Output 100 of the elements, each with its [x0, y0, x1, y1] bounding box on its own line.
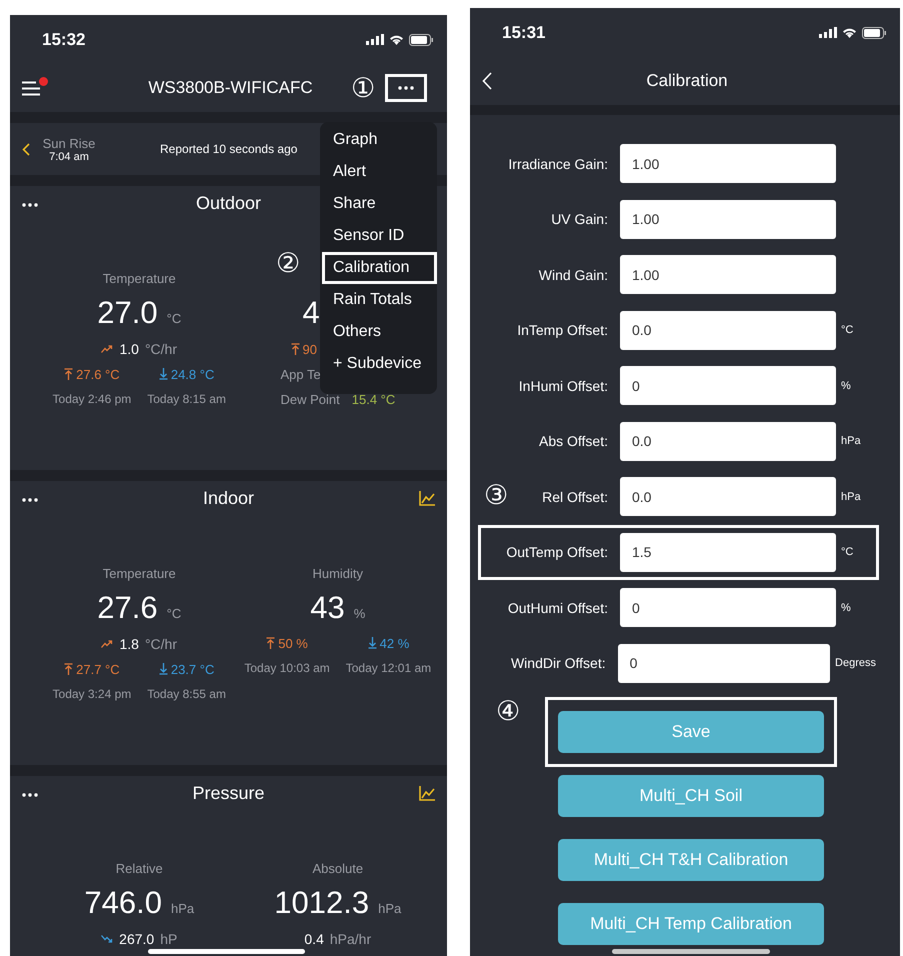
arrow-up-icon — [64, 368, 74, 380]
input-field[interactable]: 0 — [618, 644, 830, 683]
more-icon[interactable] — [22, 793, 38, 797]
wifi-icon — [389, 34, 404, 45]
rate-unit: hP — [160, 931, 178, 947]
field-label: Irradiance Gain: — [508, 156, 608, 172]
more-icon[interactable] — [22, 203, 38, 207]
reading-label: Humidity — [312, 565, 364, 583]
field-label: Abs Offset: — [539, 433, 608, 450]
arrow-up-icon — [290, 343, 300, 355]
rate-unit: °C/hr — [144, 636, 177, 652]
high-value: 50 % — [278, 636, 308, 650]
input-field[interactable]: 1.00 — [620, 255, 836, 294]
arrow-down-icon — [158, 663, 168, 675]
record-time: Today 10:03 am — [244, 660, 330, 677]
menu-item[interactable]: Others — [322, 316, 437, 348]
rate-unit: °C/hr — [144, 341, 177, 357]
reading-value: 27.6 — [97, 589, 158, 627]
more-button[interactable] — [385, 74, 428, 102]
more-icon[interactable] — [22, 498, 38, 502]
high-value: 27.7 °C — [76, 662, 120, 676]
field-unit: hPa — [841, 435, 861, 448]
page-title: Calibration — [645, 71, 729, 91]
reading-unit: hPa — [378, 900, 402, 918]
step-marker: ① — [351, 74, 376, 102]
field-unit: °C — [841, 324, 854, 336]
chart-icon[interactable] — [419, 490, 435, 506]
field-label: UV Gain: — [551, 211, 608, 228]
arrow-up-icon — [266, 637, 276, 649]
record-time: Today 12:01 am — [346, 660, 432, 677]
field-label: InTemp Offset: — [517, 322, 608, 338]
input-field[interactable]: 0 — [620, 366, 836, 406]
field-unit: % — [841, 380, 851, 392]
low-value: 23.7 °C — [170, 662, 214, 676]
reading-unit: % — [354, 605, 366, 623]
field-label: Wind Gain: — [538, 266, 608, 283]
step-marker: ③ — [484, 480, 508, 511]
step-marker: ④ — [496, 696, 520, 727]
reading-unit: °C — [166, 310, 182, 328]
field-unit: Degress — [835, 657, 876, 670]
reading-label: Relative — [116, 860, 163, 878]
high-value: 90 — [302, 342, 317, 356]
input-field[interactable]: 1.00 — [620, 144, 836, 184]
signal-icon — [819, 27, 837, 38]
reading-label: Temperature — [102, 565, 176, 583]
signal-icon — [366, 34, 384, 45]
wifi-icon — [842, 27, 857, 38]
rate-value: 0.4 — [304, 931, 324, 947]
menu-item[interactable]: Graph — [322, 124, 437, 156]
more-icon — [398, 86, 414, 90]
field-label: OutTemp Offset: — [506, 544, 608, 560]
device-title: WS3800B-WIFICAFC — [147, 78, 314, 98]
reading-label: Absolute — [312, 860, 364, 878]
sun-label: Sun Rise — [42, 136, 96, 150]
reading-value: 43 — [310, 589, 345, 627]
status-time: 15:32 — [42, 30, 86, 50]
detail-value: 15.4 °C — [352, 392, 396, 407]
card-title: Pressure — [192, 782, 265, 804]
status-time: 15:31 — [502, 22, 546, 42]
menu-item[interactable]: Sensor ID — [322, 220, 437, 252]
input-field[interactable]: 1.00 — [620, 200, 836, 239]
chevron-left-icon[interactable] — [22, 142, 30, 156]
back-icon[interactable] — [482, 72, 492, 90]
chart-icon[interactable] — [419, 786, 435, 800]
menu-item[interactable]: Alert — [322, 156, 437, 188]
reading-unit: °C — [166, 605, 182, 623]
field-label: Rel Offset: — [542, 488, 608, 505]
reading-value: 1012.3 — [274, 884, 370, 922]
reading-value: 746.0 — [84, 884, 162, 922]
rate-value: 1.0 — [119, 341, 139, 357]
menu-item[interactable]: Rain Totals — [322, 284, 437, 316]
high-value: 27.6 °C — [76, 366, 120, 382]
record-time: Today 8:15 am — [147, 391, 226, 408]
rate-value: 267.0 — [119, 931, 154, 947]
arrow-down-icon — [158, 368, 168, 380]
field-unit: % — [841, 602, 851, 614]
input-field[interactable]: 0.0 — [620, 310, 836, 350]
menu-item[interactable]: Share — [322, 188, 437, 220]
menu-item[interactable]: Calibration — [322, 252, 437, 284]
input-field[interactable]: 0 — [620, 588, 836, 628]
record-time: Today 8:55 am — [147, 686, 226, 703]
low-value: 24.8 °C — [170, 366, 214, 382]
input-field[interactable]: 1.5 — [620, 532, 836, 572]
low-value: 42 % — [380, 636, 410, 650]
rate-value: 1.8 — [119, 636, 139, 652]
menu-icon[interactable] — [22, 80, 40, 96]
input-field[interactable]: 0.0 — [620, 422, 836, 461]
input-field[interactable]: 0.0 — [620, 477, 836, 516]
record-time: Today 2:46 pm — [52, 391, 132, 408]
battery-icon — [862, 26, 886, 38]
arrow-down-icon — [368, 637, 377, 649]
rate-unit: hPa/hr — [330, 931, 372, 947]
card-title: Indoor — [202, 488, 254, 508]
reading-unit: hPa — [170, 900, 194, 918]
detail-label: App Te — [280, 367, 321, 382]
battery-icon — [409, 34, 433, 46]
sun-time: 7:04 am — [49, 150, 89, 162]
menu-item[interactable]: + Subdevice — [322, 348, 437, 380]
detail-label: Dew Point — [280, 392, 340, 407]
reading-value: 4 — [302, 294, 320, 332]
